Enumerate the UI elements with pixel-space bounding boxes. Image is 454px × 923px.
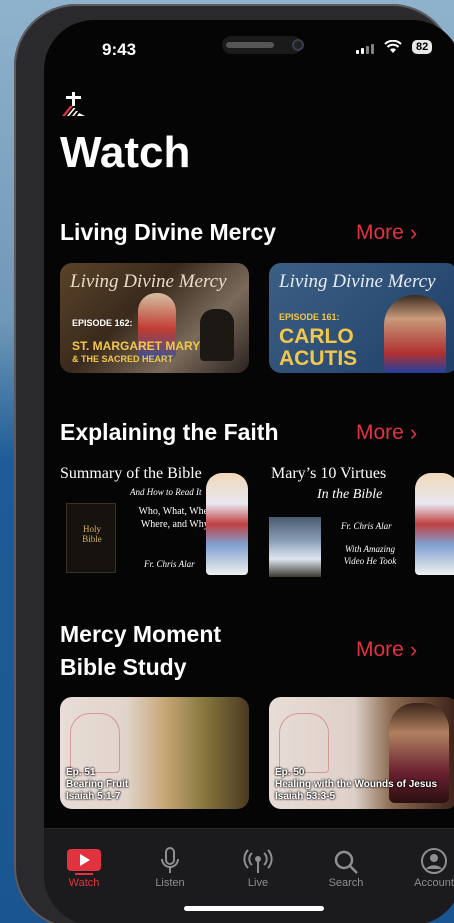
- front-camera: [292, 39, 304, 51]
- home-indicator: [184, 906, 324, 911]
- bible-cover-text: Holy Bible: [82, 524, 102, 544]
- speaker-grille: [226, 42, 274, 48]
- tab-label: Listen: [155, 877, 185, 889]
- divine-mercy-image: [415, 473, 454, 575]
- more-button-living-divine-mercy[interactable]: More ›: [356, 220, 417, 246]
- app-logo-icon: [62, 92, 85, 116]
- thumbnail-title-line1: ST. MARGARET MARY: [72, 339, 201, 353]
- thumbnail-title-line2: & THE SACRED HEART: [72, 354, 174, 364]
- episode-label: EPISODE 161:: [279, 312, 340, 322]
- thumbnail-title-line2: ACUTIS: [279, 347, 358, 370]
- video-thumbnail[interactable]: Living Divine Mercy EPISODE 162: ST. MAR…: [60, 263, 249, 373]
- thumbnail-title-line1: CARLO: [279, 325, 354, 348]
- thumbnail-title: Bearing Fruit: [66, 779, 129, 790]
- video-thumbnail[interactable]: Mary’s 10 Virtues In the Bible Fr. Chris…: [269, 463, 454, 578]
- tab-label: Live: [247, 877, 269, 889]
- thumbnail-subtitle: And How to Read It: [130, 487, 202, 497]
- carlo-portrait: [384, 295, 446, 373]
- section-title-line1: Mercy Moment: [60, 621, 222, 647]
- thumbnail-subtitle: In the Bible: [317, 487, 383, 502]
- tab-live[interactable]: Live: [218, 829, 298, 889]
- search-icon: [306, 829, 386, 875]
- episode-label: Ep. 51: [66, 767, 96, 778]
- thumbnail-script-title: Living Divine Mercy: [70, 271, 227, 292]
- tab-listen[interactable]: Listen: [130, 829, 210, 889]
- thumbnail-script-title: Living Divine Mercy: [279, 271, 436, 292]
- chevron-right-icon: ›: [409, 420, 418, 445]
- tab-watch[interactable]: Watch: [44, 829, 124, 889]
- divine-mercy-image: [206, 473, 248, 575]
- thumbnail-reference: Isaiah 5:1-7: [66, 791, 121, 802]
- chevron-right-icon: ›: [409, 220, 418, 245]
- section-title-living-divine-mercy: Living Divine Mercy: [60, 219, 277, 245]
- episode-label: EPISODE 162:: [72, 318, 133, 328]
- status-bar: 9:43 82: [44, 20, 454, 76]
- tab-account[interactable]: Account: [394, 829, 454, 889]
- account-icon: [394, 829, 454, 875]
- holy-bible-image: Holy Bible: [66, 503, 116, 573]
- mary-image: [269, 517, 321, 577]
- more-button-explaining-the-faith[interactable]: More ›: [356, 420, 417, 446]
- app-screen: 9:43 82 Watch Living Divine Mercy More ›…: [44, 20, 454, 923]
- video-thumbnail[interactable]: Ep. 50 Healing with the Wounds of Jesus …: [269, 697, 454, 809]
- battery-indicator: 82: [412, 40, 433, 54]
- section-title-line2: Bible Study: [60, 654, 187, 680]
- status-time: 9:43: [102, 40, 137, 59]
- thumbnail-reference: Isaiah 53:3-5: [275, 791, 336, 802]
- play-icon: [44, 829, 124, 875]
- thumbnail-title: Healing with the Wounds of Jesus: [275, 779, 438, 790]
- section-title-mercy-moment-bible-study: Mercy Moment Bible Study: [60, 618, 221, 684]
- thumbnail-title: Summary of the Bible: [60, 465, 202, 482]
- more-label: More: [356, 421, 404, 444]
- chevron-right-icon: ›: [409, 637, 418, 662]
- more-button-mercy-moment-bible-study[interactable]: More ›: [356, 637, 417, 663]
- thumbnail-author: Fr. Chris Alar: [341, 521, 392, 531]
- thumbnail-body: With Amazing Video He Took: [343, 544, 397, 566]
- thumbnail-author: Fr. Chris Alar: [144, 559, 195, 569]
- video-thumbnail[interactable]: Living Divine Mercy EPISODE 161: CARLO A…: [269, 263, 454, 373]
- video-thumbnail[interactable]: Summary of the Bible And How to Read It …: [60, 463, 249, 578]
- tab-label: Account: [414, 877, 454, 889]
- nun-figure: [200, 309, 234, 361]
- more-label: More: [356, 221, 404, 244]
- tab-label: Search: [328, 877, 364, 889]
- divine-mercy-sketch: [279, 713, 329, 773]
- page-title: Watch: [60, 128, 191, 177]
- tab-search[interactable]: Search: [306, 829, 386, 889]
- more-label: More: [356, 638, 404, 661]
- wifi-icon: [384, 39, 402, 58]
- section-title-explaining-the-faith: Explaining the Faith: [60, 419, 279, 445]
- episode-label: Ep. 50: [275, 767, 305, 778]
- broadcast-icon: [218, 829, 298, 875]
- tab-label: Watch: [68, 877, 100, 889]
- thumbnail-title: Mary’s 10 Virtues: [271, 465, 387, 482]
- microphone-icon: [130, 829, 210, 875]
- video-thumbnail[interactable]: Ep. 51 Bearing Fruit Isaiah 5:1-7: [60, 697, 249, 809]
- cellular-signal-icon: [356, 44, 374, 54]
- phone-frame: 9:43 82 Watch Living Divine Mercy More ›…: [14, 4, 454, 923]
- divine-mercy-sketch: [70, 713, 120, 773]
